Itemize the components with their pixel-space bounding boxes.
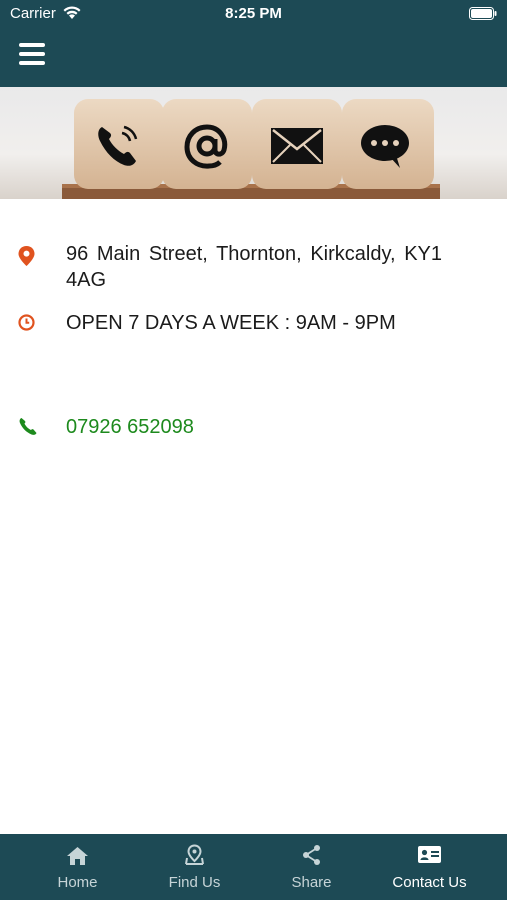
- tab-share-label: Share: [291, 874, 332, 891]
- phone-icon: [19, 418, 37, 435]
- home-icon: [67, 847, 88, 865]
- envelope-icon: [271, 128, 323, 164]
- tab-contact-us-label: Contact Us: [392, 874, 467, 891]
- location-pin-icon: [18, 246, 35, 266]
- status-bar: Carrier 8:25 PM: [0, 0, 507, 28]
- contact-banner-image: [0, 87, 507, 199]
- tab-find-us-label: Find Us: [168, 874, 221, 891]
- tab-home-label: Home: [57, 874, 98, 891]
- contact-card-icon: [418, 846, 441, 863]
- hours-row: OPEN 7 DAYS A WEEK : 9AM - 9PM: [0, 310, 507, 338]
- clock-icon: [18, 314, 35, 331]
- battery-icon: [469, 7, 497, 20]
- address-text: 96 Main Street, Thornton, Kirkcaldy, KY1…: [66, 243, 442, 291]
- share-icon: [303, 845, 320, 865]
- chat-bubble-icon: [361, 125, 409, 168]
- opening-hours-text: OPEN 7 DAYS A WEEK : 9AM - 9PM: [66, 312, 396, 334]
- bottom-tab-bar: Home Find Us Share Contact Us: [0, 834, 507, 900]
- tab-contact-us[interactable]: Contact Us: [371, 834, 488, 900]
- phone-icon: [98, 125, 138, 166]
- phone-row[interactable]: 07926 652098: [0, 414, 507, 442]
- tab-find-us[interactable]: Find Us: [136, 834, 253, 900]
- phone-number-link[interactable]: 07926 652098: [66, 414, 442, 440]
- at-sign-icon: [184, 124, 228, 169]
- nav-bar: [0, 28, 507, 87]
- tab-share[interactable]: Share: [253, 834, 370, 900]
- status-time: 8:25 PM: [225, 5, 282, 22]
- tab-home[interactable]: Home: [19, 834, 136, 900]
- banner-illustration: [62, 99, 440, 199]
- map-pin-icon: [185, 844, 204, 865]
- address-row: 96 Main Street, Thornton, Kirkcaldy, KY1…: [0, 241, 507, 297]
- menu-icon[interactable]: [19, 43, 45, 67]
